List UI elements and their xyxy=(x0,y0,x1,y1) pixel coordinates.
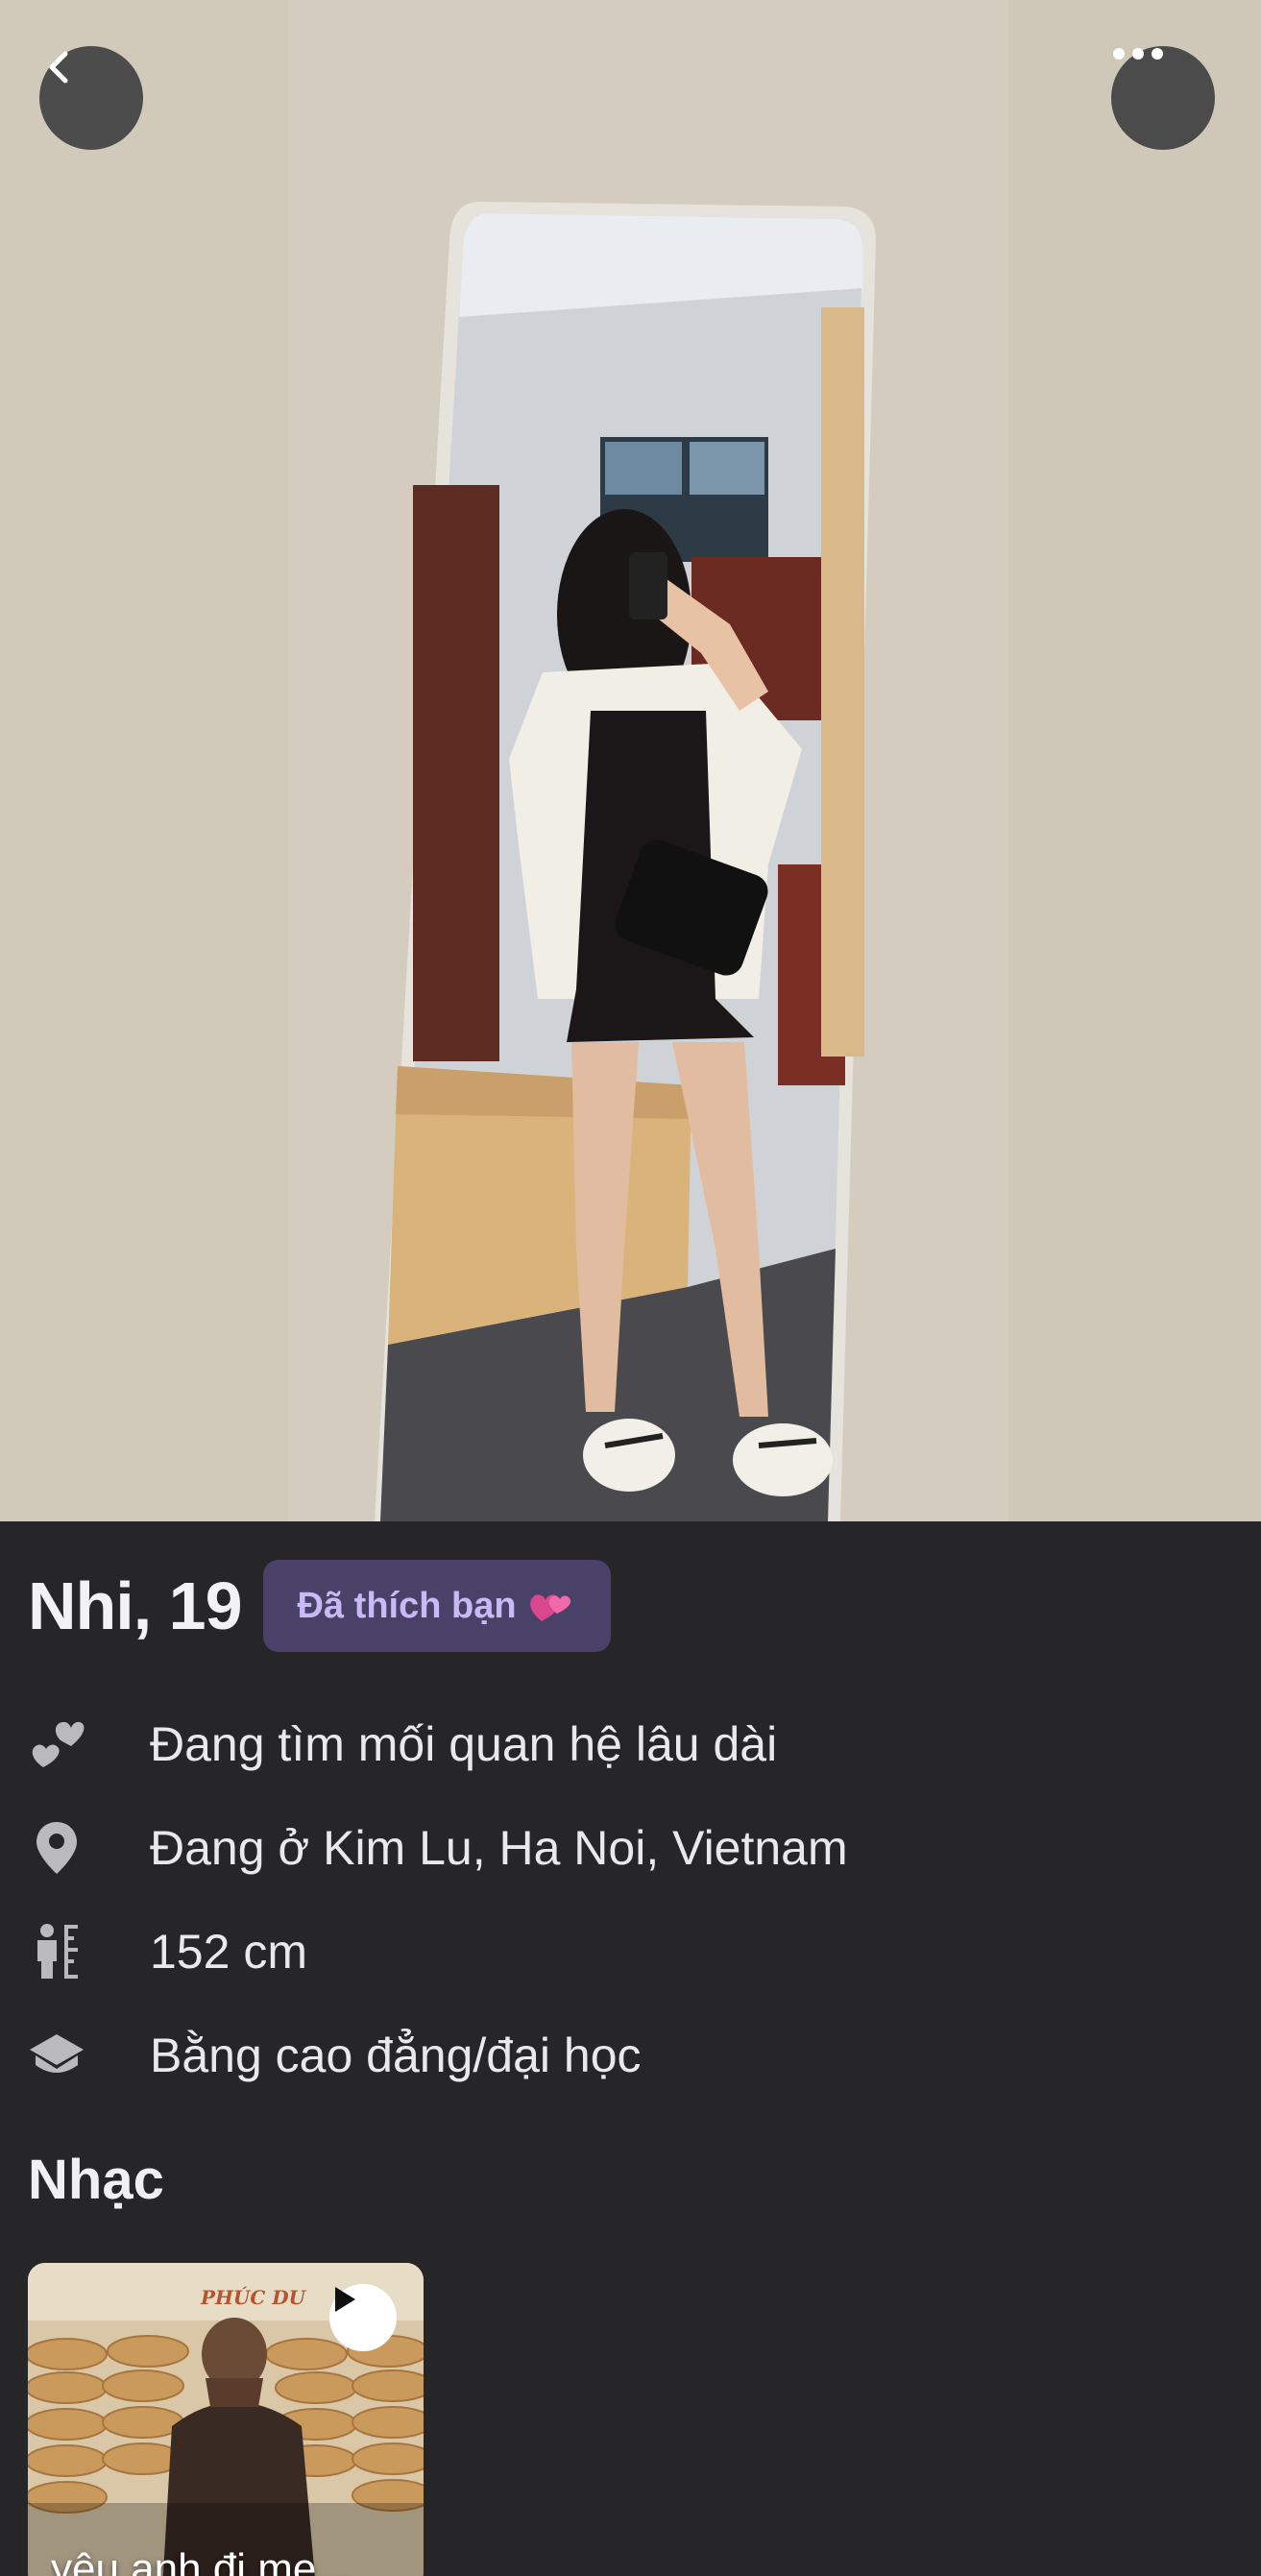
album-artist-text: PHÚC DU xyxy=(201,2286,306,2309)
more-options-button[interactable] xyxy=(1111,46,1215,150)
relationship-goal-row: Đang tìm mối quan hệ lâu dài xyxy=(28,1711,777,1778)
profile-page: Nhi, 19 Đã thích bạn Đang tìm mối quan h… xyxy=(0,0,1261,2576)
profile-photo[interactable] xyxy=(0,0,1261,1521)
play-icon xyxy=(335,2287,355,2312)
profile-info: Nhi, 19 Đã thích bạn Đang tìm mối quan h… xyxy=(0,1521,1261,2576)
name-row: Nhi, 19 Đã thích bạn xyxy=(28,1560,611,1652)
location-text: Đang ở Kim Lu, Ha Noi, Vietnam xyxy=(150,1821,848,1875)
two-hearts-icon xyxy=(528,1587,572,1625)
music-section-title: Nhạc xyxy=(28,2149,164,2211)
chevron-left-icon xyxy=(49,51,68,84)
education-text: Bằng cao đẳng/đại học xyxy=(150,2029,642,2082)
education-row: Bằng cao đẳng/đại học xyxy=(28,2022,642,2089)
liked-you-label: Đã thích bạn xyxy=(297,1585,517,1626)
song-title: yêu anh đi me... xyxy=(51,2545,352,2576)
liked-you-badge: Đã thích bạn xyxy=(262,1560,611,1652)
height-icon xyxy=(28,1923,85,1981)
graduation-cap-icon xyxy=(28,2027,85,2084)
music-track-card[interactable]: PHÚC DU yêu anh đi me... xyxy=(28,2263,424,2576)
ellipsis-horizontal-icon xyxy=(1113,48,1163,60)
location-row: Đang ở Kim Lu, Ha Noi, Vietnam xyxy=(28,1814,848,1882)
back-button[interactable] xyxy=(39,46,143,150)
relationship-goal-text: Đang tìm mối quan hệ lâu dài xyxy=(150,1717,778,1771)
height-row: 152 cm xyxy=(28,1918,307,1985)
mirror-selfie-illustration xyxy=(0,0,1261,1521)
height-text: 152 cm xyxy=(150,1925,307,1979)
play-button[interactable] xyxy=(329,2284,397,2351)
location-pin-icon xyxy=(28,1819,85,1877)
profile-name-age: Nhi, 19 xyxy=(28,1568,243,1643)
hearts-icon xyxy=(28,1715,85,1773)
